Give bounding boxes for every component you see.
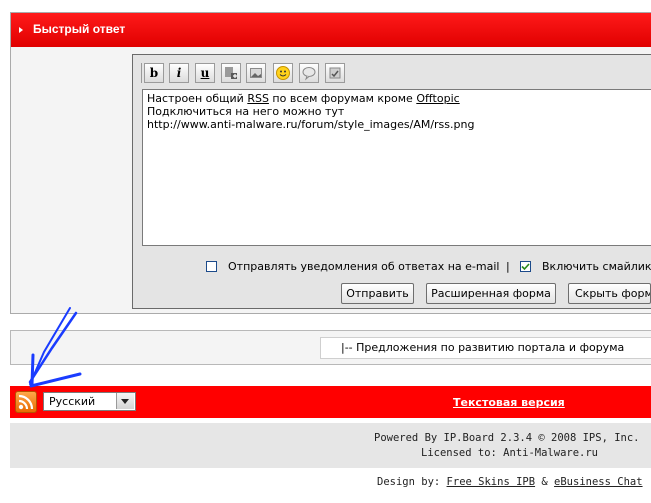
- copyright-area: [10, 423, 651, 468]
- underline-icon: u: [200, 66, 210, 80]
- smiley-button[interactable]: [273, 63, 293, 83]
- toolbar-divider: [141, 63, 142, 83]
- text-version-link[interactable]: Текстовая версия: [453, 396, 565, 409]
- insert-image-button[interactable]: [246, 63, 266, 83]
- powered-by-text: Powered By IP.Board 2.3.4 © 2008 IPS, In…: [374, 432, 640, 444]
- insert-link-button[interactable]: [221, 63, 241, 83]
- message-line-2: Подключиться на него можно тут: [147, 105, 345, 118]
- checkmark-icon: [521, 263, 530, 271]
- underline-button[interactable]: u: [195, 63, 215, 83]
- insert-link-icon: [225, 67, 237, 79]
- quick-reply-title: Быстрый ответ: [33, 22, 126, 36]
- smiley-icon: [276, 66, 290, 80]
- insert-image-icon: [250, 68, 262, 78]
- free-skins-link[interactable]: Free Skins IPB: [447, 476, 536, 488]
- annotation-arrow-icon: [28, 307, 82, 388]
- design-credits: Design by: Free Skins IPB & eBusiness Ch…: [377, 476, 643, 488]
- bold-icon: b: [149, 66, 159, 80]
- smilies-label: Включить смайлики: [542, 260, 651, 273]
- message-textarea[interactable]: Настроен общий RSS по всем форумам кроме…: [142, 89, 651, 246]
- chevron-down-icon: [121, 399, 129, 404]
- notify-label: Отправлять уведомления об ответах на e-m…: [228, 260, 500, 273]
- message-line-3: http://www.anti-malware.ru/forum/style_i…: [147, 118, 475, 131]
- bold-button[interactable]: b: [144, 63, 164, 83]
- advanced-form-button[interactable]: Расширенная форма: [426, 283, 556, 304]
- ebusiness-chat-link[interactable]: eBusiness Chat: [554, 476, 643, 488]
- spellcheck-button[interactable]: [325, 63, 345, 83]
- smilies-checkbox[interactable]: [520, 261, 531, 272]
- submit-button[interactable]: Отправить: [341, 283, 414, 304]
- hide-form-button[interactable]: Скрыть форму: [568, 283, 651, 304]
- message-line-1: Настроен общий RSS по всем форумам кроме…: [147, 92, 460, 105]
- licensed-to-text: Licensed to: Anti-Malware.ru: [421, 447, 599, 459]
- header-arrow-icon: [19, 27, 23, 33]
- forum-jump-select[interactable]: |-- Предложения по развитию портала и фо…: [320, 337, 651, 359]
- quote-icon: [302, 67, 316, 81]
- italic-button[interactable]: i: [169, 63, 189, 83]
- italic-icon: i: [176, 66, 182, 80]
- options-divider: |: [506, 260, 510, 273]
- notify-checkbox[interactable]: [206, 261, 217, 272]
- spellcheck-icon: [329, 67, 341, 79]
- quote-button[interactable]: [299, 63, 319, 83]
